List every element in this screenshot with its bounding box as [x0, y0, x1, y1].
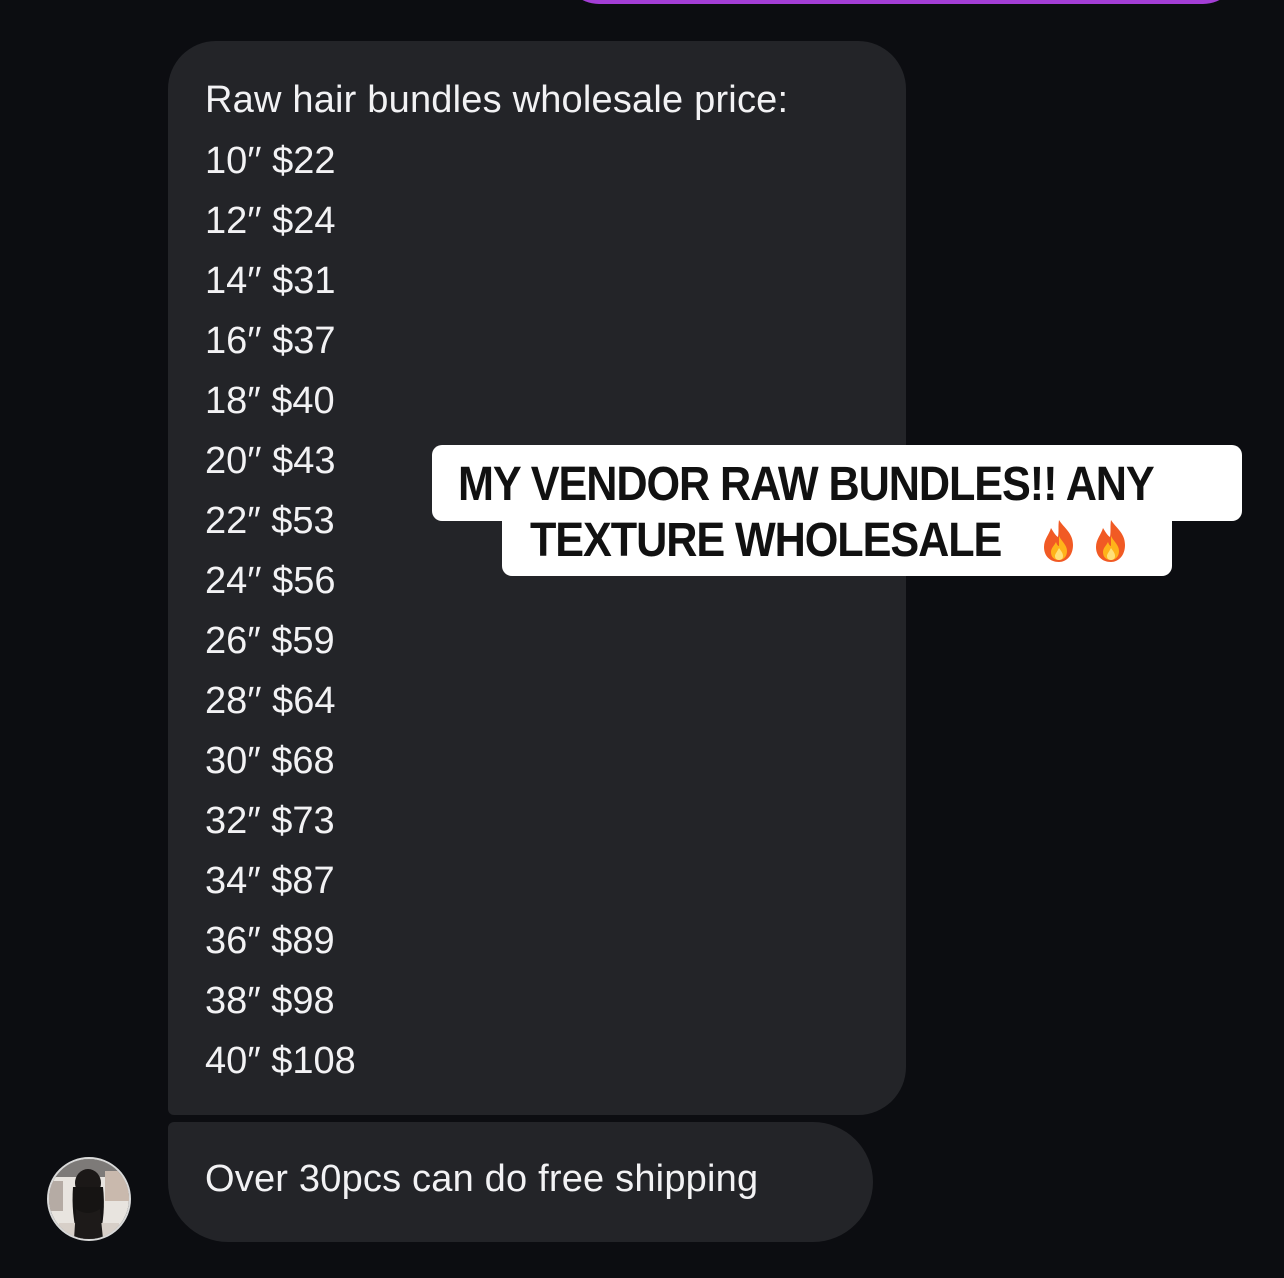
- price-row: 40″ $108: [205, 1040, 356, 1082]
- fire-icon: [1044, 520, 1073, 562]
- price-row: 34″ $87: [205, 860, 335, 902]
- outgoing-message-bubble[interactable]: [563, 0, 1239, 4]
- price-list: 10′′ $22 12′′ $24 14′′ $31 16′′ $37 18″ …: [205, 139, 356, 1099]
- price-row: 16′′ $37: [205, 320, 336, 362]
- price-row: 20′′ $43: [205, 440, 336, 482]
- caption-line-2: TEXTURE WHOLESALE: [530, 514, 1002, 567]
- price-list-heading: Raw hair bundles wholesale price:: [205, 79, 789, 121]
- price-row: 14′′ $31: [205, 260, 336, 302]
- price-row: 36″ $89: [205, 920, 335, 962]
- caption-line-1: MY VENDOR RAW BUNDLES!! ANY: [458, 458, 1155, 511]
- price-row: 26″ $59: [205, 620, 335, 662]
- price-row: 38″ $98: [205, 980, 335, 1022]
- price-row: 24′′ $56: [205, 560, 336, 602]
- price-row: 30″ $68: [205, 740, 335, 782]
- price-list-message[interactable]: Raw hair bundles wholesale price: 10′′ $…: [168, 41, 906, 1115]
- price-row: 12′′ $24: [205, 200, 336, 242]
- contact-avatar-photo: [49, 1159, 129, 1239]
- price-row: 32″ $73: [205, 800, 335, 842]
- price-row: 22″ $53: [205, 500, 335, 542]
- fire-icon: [1096, 520, 1125, 562]
- price-row: 28′′ $64: [205, 680, 336, 722]
- shipping-message[interactable]: Over 30pcs can do free shipping: [168, 1122, 873, 1242]
- price-row: 18″ $40: [205, 380, 335, 422]
- shipping-message-text: Over 30pcs can do free shipping: [205, 1158, 759, 1200]
- price-row: 10′′ $22: [205, 140, 336, 182]
- contact-avatar[interactable]: [47, 1157, 131, 1241]
